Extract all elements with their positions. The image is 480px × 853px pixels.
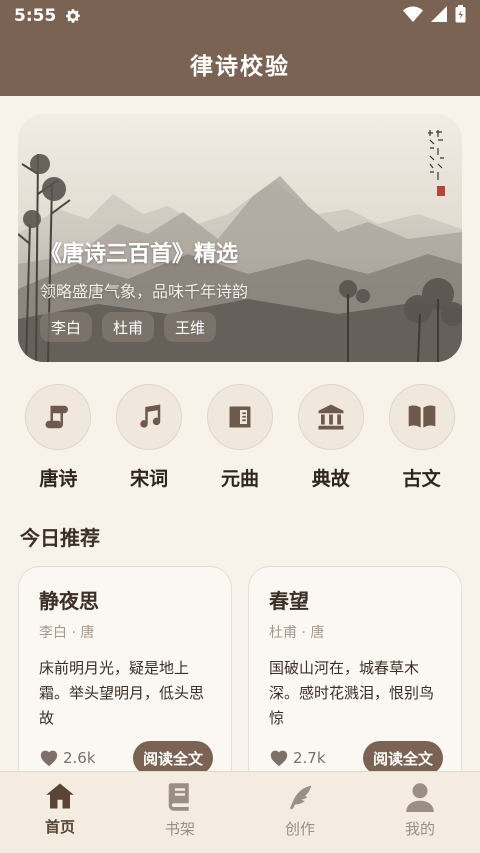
settings-gear-icon xyxy=(64,7,82,25)
tag-libai[interactable]: 李白 xyxy=(40,312,93,342)
banner-subtitle: 领略盛唐气象，品味千年诗韵 xyxy=(40,282,249,301)
like-counter[interactable]: 2.7k xyxy=(269,749,326,767)
scroll-icon xyxy=(45,405,69,429)
calligraphy-seal-icon xyxy=(428,130,445,196)
signal-icon xyxy=(431,6,447,26)
category-icon-circle xyxy=(116,384,183,450)
poem-title: 静夜思 xyxy=(39,589,99,613)
category-icon-circle xyxy=(297,384,364,450)
banner-tags: 李白 杜甫 王维 xyxy=(40,312,217,342)
poem-title: 春望 xyxy=(269,589,309,613)
category-label: 古文 xyxy=(402,468,441,490)
app-bar: 律诗校验 xyxy=(0,32,480,96)
category-icon-circle xyxy=(388,384,455,450)
category-label: 唐诗 xyxy=(39,468,78,490)
wifi-icon xyxy=(403,6,423,26)
card-footer: 2.7k 阅读全文 xyxy=(269,741,443,775)
category-guwen[interactable]: 古文 xyxy=(378,384,466,491)
read-full-button[interactable]: 阅读全文 xyxy=(132,741,213,775)
category-diangu[interactable]: 典故 xyxy=(287,384,375,491)
like-count: 2.6k xyxy=(63,749,96,767)
category-label: 宋词 xyxy=(130,468,169,490)
heart-icon xyxy=(40,750,58,767)
category-row: 唐诗 宋词 元曲 典故 古文 xyxy=(0,384,480,491)
nav-create[interactable]: 创作 xyxy=(250,782,350,853)
status-time: 5:55 xyxy=(14,6,57,26)
read-full-button[interactable]: 阅读全文 xyxy=(362,741,443,775)
nav-label: 首页 xyxy=(44,818,75,836)
banner-title: 《唐诗三百首》精选 xyxy=(40,242,239,267)
like-count: 2.7k xyxy=(293,749,326,767)
section-title: 今日推荐 xyxy=(20,526,100,550)
poem-excerpt: 国破山河在，城春草木深。感时花溅泪，恨别鸟惊 xyxy=(269,659,435,727)
recommendation-list: 静夜思 李白 · 唐 床前明月光，疑是地上霜。举头望明月，低头思故 2.6k 阅… xyxy=(18,566,462,796)
poem-author: 李白 · 唐 xyxy=(39,625,95,641)
tag-dufu[interactable]: 杜甫 xyxy=(102,312,155,342)
like-counter[interactable]: 2.6k xyxy=(39,749,96,767)
bottom-navigation: 首页 书架 创作 我的 xyxy=(0,771,480,853)
music-note-icon xyxy=(140,404,161,428)
card-footer: 2.6k 阅读全文 xyxy=(39,741,213,775)
nav-label: 书架 xyxy=(164,820,195,838)
category-label: 元曲 xyxy=(220,468,259,490)
category-songci[interactable]: 宋词 xyxy=(105,384,193,491)
status-bar: 5:55 xyxy=(0,0,480,32)
nav-profile[interactable]: 我的 xyxy=(370,782,470,853)
poem-card[interactable]: 静夜思 李白 · 唐 床前明月光，疑是地上霜。举头望明月，低头思故 2.6k 阅… xyxy=(18,566,232,796)
category-icon-circle xyxy=(25,384,92,450)
nav-home[interactable]: 首页 xyxy=(10,782,110,853)
temple-icon xyxy=(318,404,344,430)
home-icon xyxy=(46,783,74,809)
category-label: 典故 xyxy=(311,468,350,490)
poem-author: 杜甫 · 唐 xyxy=(269,625,325,641)
bookshelf-icon xyxy=(168,783,189,811)
user-icon xyxy=(406,783,434,812)
battery-icon xyxy=(455,5,466,27)
page-title: 律诗校验 xyxy=(190,54,290,80)
heart-icon xyxy=(270,750,288,767)
nav-label: 我的 xyxy=(404,820,435,838)
tag-wangwei[interactable]: 王维 xyxy=(164,312,217,342)
category-yuanqu[interactable]: 元曲 xyxy=(196,384,284,491)
category-icon-circle xyxy=(206,384,273,450)
poem-card[interactable]: 春望 杜甫 · 唐 国破山河在，城春草木深。感时花溅泪，恨别鸟惊 2.7k 阅读… xyxy=(248,566,462,796)
book-page-icon xyxy=(229,406,251,428)
category-tangshi[interactable]: 唐诗 xyxy=(14,384,102,491)
featured-banner[interactable]: 《唐诗三百首》精选 领略盛唐气象，品味千年诗韵 李白 杜甫 王维 xyxy=(18,114,462,362)
poem-excerpt: 床前明月光，疑是地上霜。举头望明月，低头思故 xyxy=(39,659,205,727)
nav-bookshelf[interactable]: 书架 xyxy=(130,782,230,853)
nav-label: 创作 xyxy=(284,820,315,838)
open-book-icon xyxy=(408,405,435,428)
pen-icon xyxy=(290,785,312,810)
